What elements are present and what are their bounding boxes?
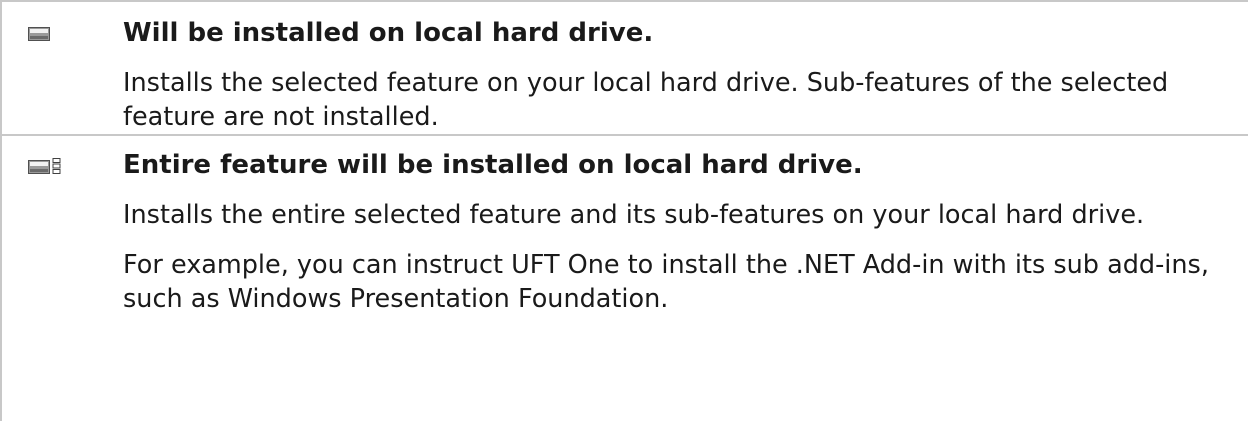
row-content: Entire feature will be installed on loca… [123,146,1233,332]
table-row: Entire feature will be installed on loca… [2,134,1248,420]
option-term: Entire feature will be installed on loca… [123,150,863,180]
feature-options-table: Will be installed on local hard drive. I… [0,0,1248,421]
hard-drive-entire-feature-icon [28,158,62,178]
option-example: For example, you can instruct UFT One to… [123,250,1209,314]
hard-drive-icon [28,26,50,45]
option-term: Will be installed on local hard drive. [123,18,654,48]
option-description: Installs the selected feature on your lo… [123,68,1169,132]
row-content: Will be installed on local hard drive. I… [123,14,1233,150]
table-row: Will be installed on local hard drive. I… [2,0,1248,134]
option-description: Installs the entire selected feature and… [123,200,1145,230]
